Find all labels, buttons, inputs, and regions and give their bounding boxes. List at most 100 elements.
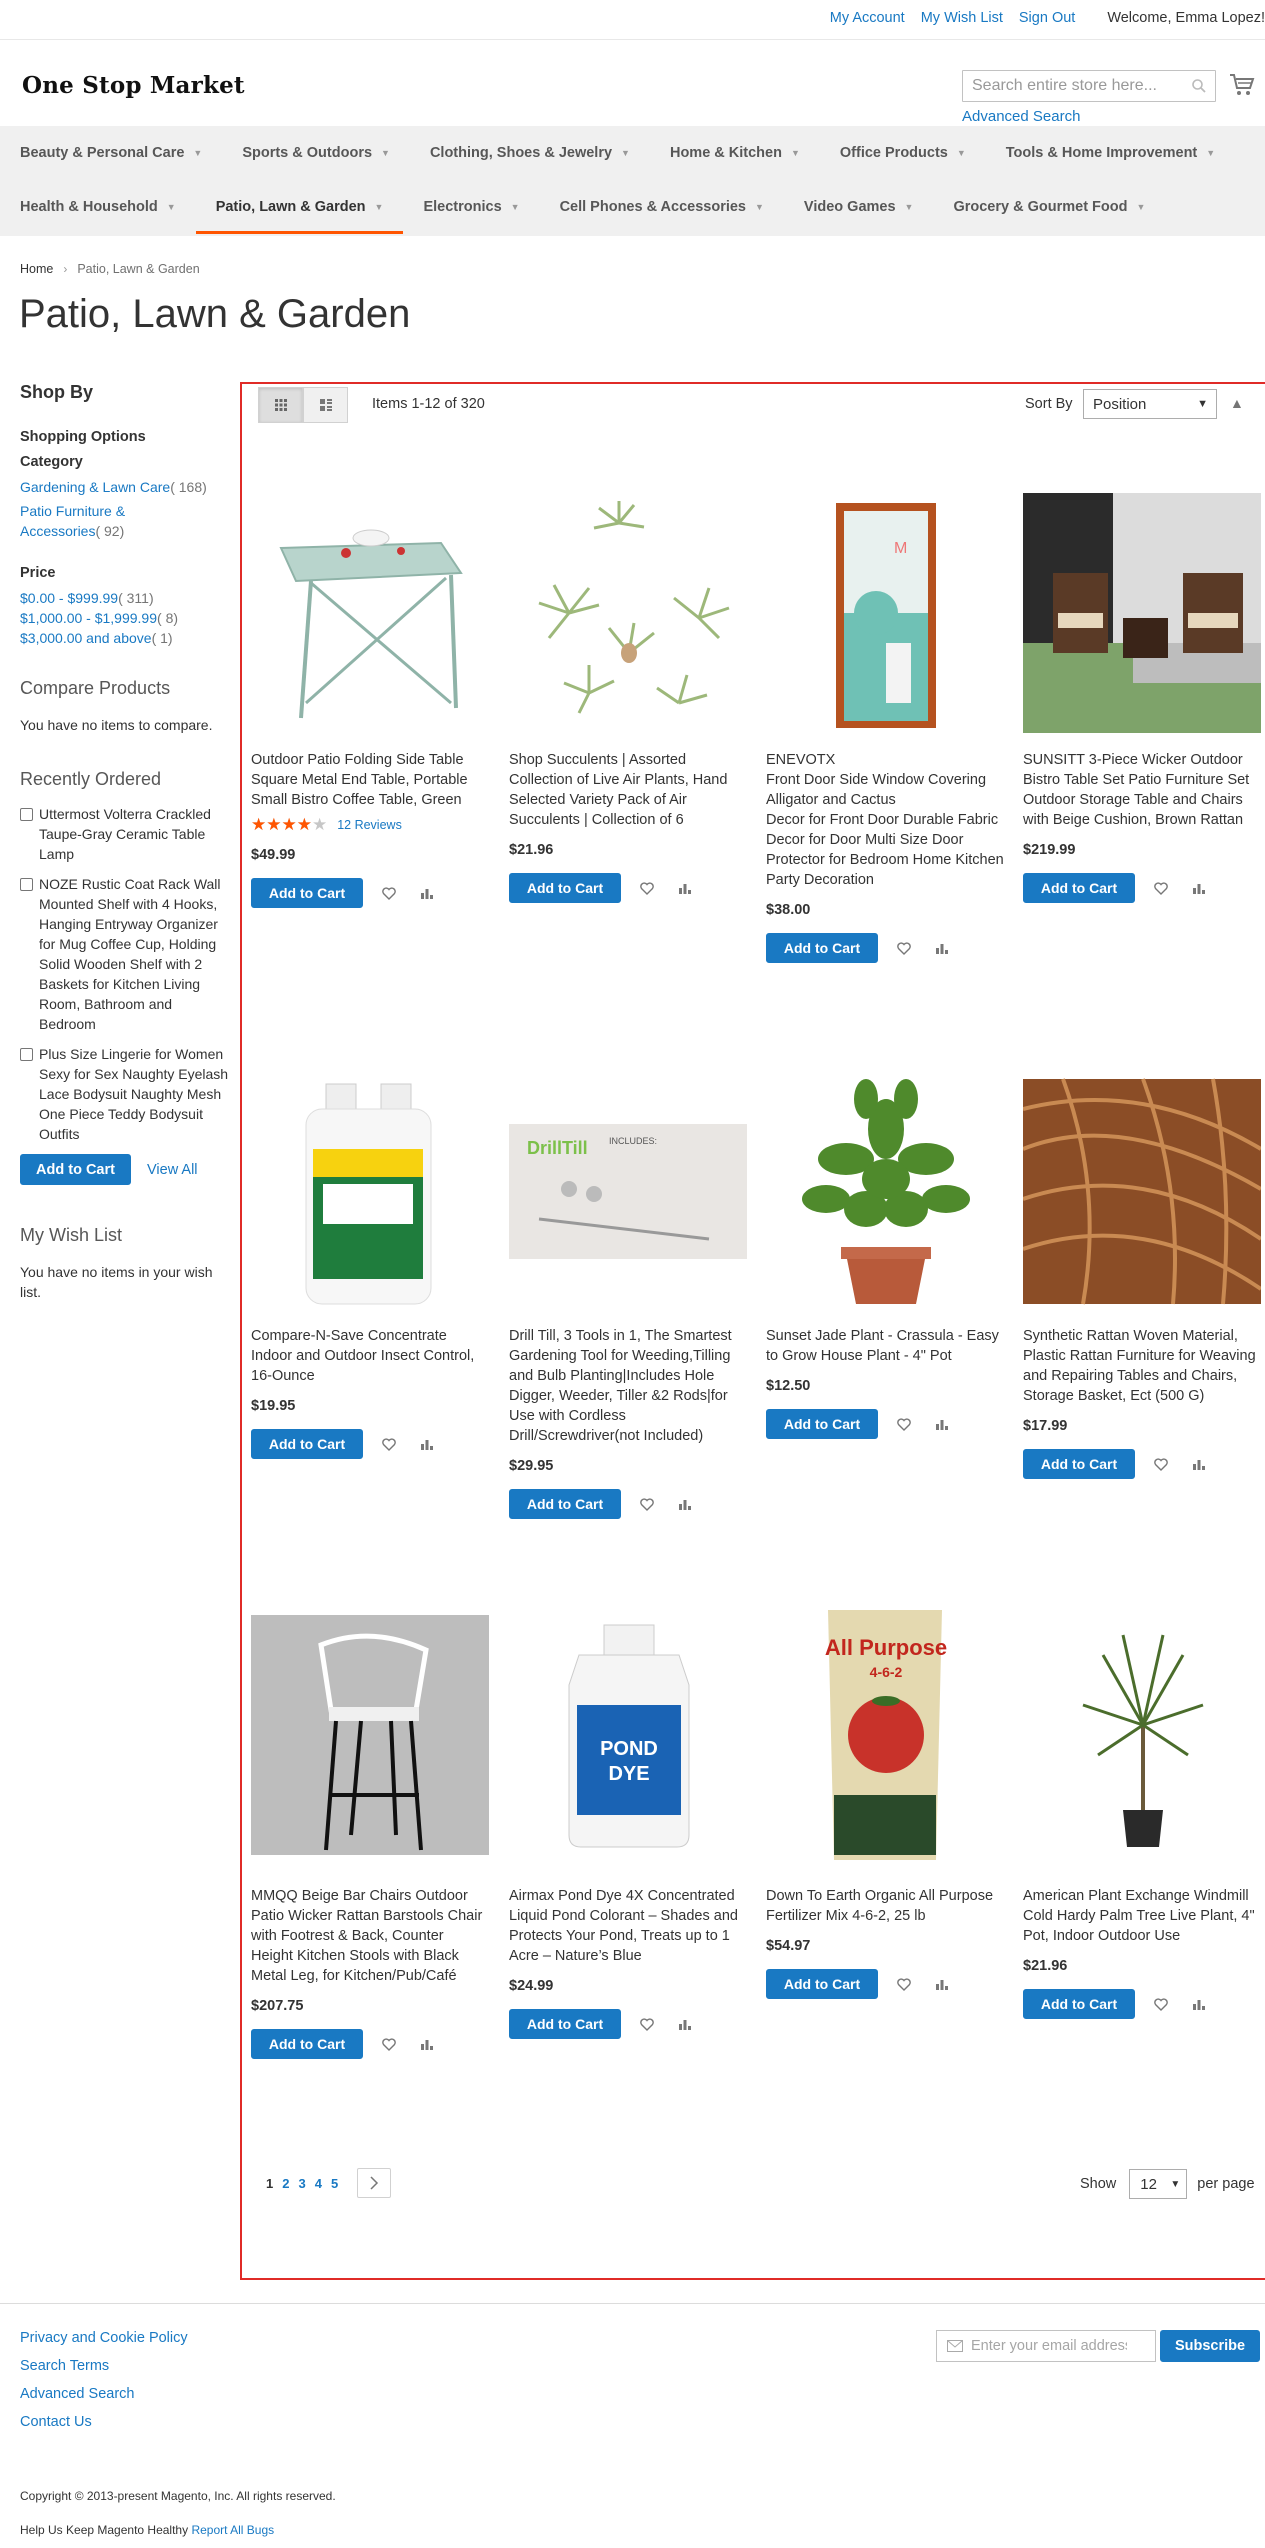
page-link[interactable]: 5 bbox=[331, 2176, 338, 2191]
page-link[interactable]: 3 bbox=[298, 2176, 305, 2191]
product-name[interactable]: MMQQ Beige Bar Chairs Outdoor Patio Wick… bbox=[251, 1886, 489, 1986]
product-name[interactable]: SUNSITT 3-Piece Wicker Outdoor Bistro Ta… bbox=[1023, 750, 1261, 830]
product-image[interactable] bbox=[251, 1594, 489, 1876]
contact-us-link[interactable]: Contact Us bbox=[20, 2414, 188, 2431]
product-image[interactable] bbox=[1023, 486, 1261, 740]
product-name[interactable]: Sunset Jade Plant - Crassula - Easy to G… bbox=[766, 1326, 1004, 1366]
product-image[interactable] bbox=[251, 486, 489, 740]
heart-icon[interactable] bbox=[1149, 1992, 1173, 2016]
sort-select[interactable]: Position ▼ bbox=[1083, 389, 1217, 419]
product-name[interactable]: Synthetic Rattan Woven Material, Plastic… bbox=[1023, 1326, 1261, 1406]
nav-item-cell-phones[interactable]: Cell Phones & Accessories ▼ bbox=[540, 180, 784, 234]
filter-label[interactable]: Gardening & Lawn Care bbox=[20, 479, 170, 495]
nav-item-clothing[interactable]: Clothing, Shoes & Jewelry ▼ bbox=[410, 126, 650, 180]
compare-icon[interactable] bbox=[1187, 1452, 1211, 1476]
add-to-cart-button[interactable]: Add to Cart bbox=[766, 1409, 878, 1439]
heart-icon[interactable] bbox=[635, 876, 659, 900]
compare-icon[interactable] bbox=[415, 2032, 439, 2056]
newsletter-email-input[interactable] bbox=[937, 2331, 1127, 2361]
nav-item-beauty[interactable]: Beauty & Personal Care ▼ bbox=[0, 126, 222, 180]
nav-item-patio[interactable]: Patio, Lawn & Garden ▼ bbox=[195, 180, 404, 234]
filter-price-0[interactable]: $0.00 - $999.99( 311) bbox=[20, 588, 230, 608]
page-link[interactable]: 4 bbox=[315, 2176, 322, 2191]
sign-out-link[interactable]: Sign Out bbox=[1019, 10, 1075, 26]
nav-item-home-kitchen[interactable]: Home & Kitchen ▼ bbox=[650, 126, 820, 180]
add-to-cart-button[interactable]: Add to Cart bbox=[1023, 873, 1135, 903]
search-icon[interactable] bbox=[1191, 78, 1207, 94]
add-to-cart-button[interactable]: Add to Cart bbox=[1023, 1989, 1135, 2019]
compare-icon[interactable] bbox=[673, 876, 697, 900]
compare-icon[interactable] bbox=[673, 2012, 697, 2036]
compare-icon[interactable] bbox=[415, 881, 439, 905]
compare-icon[interactable] bbox=[930, 936, 954, 960]
heart-icon[interactable] bbox=[892, 1412, 916, 1436]
view-all-link[interactable]: View All bbox=[147, 1162, 198, 1178]
nav-item-electronics[interactable]: Electronics ▼ bbox=[403, 180, 539, 234]
nav-item-tools[interactable]: Tools & Home Improvement ▼ bbox=[986, 126, 1235, 180]
product-image[interactable]: All Purpose 4-6-2 bbox=[766, 1594, 1004, 1876]
compare-icon[interactable] bbox=[930, 1412, 954, 1436]
reviews-link[interactable]: 12 Reviews bbox=[337, 818, 402, 832]
my-account-link[interactable]: My Account bbox=[830, 10, 905, 26]
product-name[interactable]: Compare-N-Save Concentrate Indoor and Ou… bbox=[251, 1326, 489, 1386]
list-view-button[interactable] bbox=[303, 387, 348, 423]
limit-select[interactable]: 12 ▼ bbox=[1129, 2169, 1188, 2199]
add-to-cart-button[interactable]: Add to Cart bbox=[509, 2009, 621, 2039]
filter-label[interactable]: $3,000.00 and above bbox=[20, 630, 152, 646]
filter-price-2[interactable]: $3,000.00 and above( 1) bbox=[20, 628, 230, 648]
product-image[interactable]: DrillTill INCLUDES: bbox=[509, 1062, 747, 1316]
privacy-link[interactable]: Privacy and Cookie Policy bbox=[20, 2330, 188, 2347]
next-page-button[interactable] bbox=[357, 2168, 392, 2198]
heart-icon[interactable] bbox=[892, 936, 916, 960]
sort-direction-icon[interactable]: ▲ bbox=[1230, 395, 1244, 411]
breadcrumb-home[interactable]: Home bbox=[20, 262, 53, 276]
product-image[interactable]: M bbox=[766, 486, 1004, 740]
heart-icon[interactable] bbox=[377, 2032, 401, 2056]
product-image[interactable] bbox=[1023, 1062, 1261, 1316]
nav-item-health[interactable]: Health & Household ▼ bbox=[0, 180, 196, 234]
nav-item-office[interactable]: Office Products ▼ bbox=[820, 126, 986, 180]
compare-icon[interactable] bbox=[673, 1492, 697, 1516]
product-name[interactable]: Airmax Pond Dye 4X Concentrated Liquid P… bbox=[509, 1886, 747, 1966]
filter-label[interactable]: $0.00 - $999.99 bbox=[20, 590, 118, 606]
subscribe-button[interactable]: Subscribe bbox=[1160, 2330, 1260, 2362]
recent-item-checkbox[interactable] bbox=[20, 808, 33, 821]
compare-icon[interactable] bbox=[415, 1432, 439, 1456]
add-to-cart-button[interactable]: Add to Cart bbox=[766, 1969, 878, 1999]
product-name[interactable]: Down To Earth Organic All Purpose Fertil… bbox=[766, 1886, 1004, 1926]
heart-icon[interactable] bbox=[635, 1492, 659, 1516]
heart-icon[interactable] bbox=[377, 881, 401, 905]
filter-category-gardening[interactable]: Gardening & Lawn Care( 168) bbox=[20, 477, 230, 497]
add-to-cart-button[interactable]: Add to Cart bbox=[509, 1489, 621, 1519]
add-to-cart-button[interactable]: Add to Cart bbox=[766, 933, 878, 963]
filter-price-1[interactable]: $1,000.00 - $1,999.99( 8) bbox=[20, 608, 230, 628]
product-name[interactable]: Outdoor Patio Folding Side Table Square … bbox=[251, 750, 489, 810]
product-image[interactable] bbox=[766, 1062, 1004, 1316]
nav-item-video-games[interactable]: Video Games ▼ bbox=[784, 180, 934, 234]
search-terms-link[interactable]: Search Terms bbox=[20, 2358, 188, 2375]
add-to-cart-button[interactable]: Add to Cart bbox=[251, 878, 363, 908]
product-name[interactable]: Drill Till, 3 Tools in 1, The Smartest G… bbox=[509, 1326, 747, 1446]
filter-category-patio-furniture[interactable]: Patio Furniture & Accessories( 92) bbox=[20, 501, 150, 541]
cart-icon[interactable] bbox=[1228, 72, 1256, 98]
heart-icon[interactable] bbox=[892, 1972, 916, 1996]
nav-item-grocery[interactable]: Grocery & Gourmet Food ▼ bbox=[933, 180, 1165, 234]
product-image[interactable] bbox=[1023, 1594, 1261, 1876]
recent-item-checkbox[interactable] bbox=[20, 878, 33, 891]
compare-icon[interactable] bbox=[1187, 1992, 1211, 2016]
add-to-cart-button[interactable]: Add to Cart bbox=[1023, 1449, 1135, 1479]
product-image[interactable]: POND DYE bbox=[509, 1594, 747, 1876]
my-wishlist-link[interactable]: My Wish List bbox=[921, 10, 1003, 26]
heart-icon[interactable] bbox=[377, 1432, 401, 1456]
advanced-search-link[interactable]: Advanced Search bbox=[962, 108, 1080, 125]
product-name[interactable]: ENEVOTX Front Door Side Window Covering … bbox=[766, 750, 1004, 890]
product-name[interactable]: Shop Succulents | Assorted Collection of… bbox=[509, 750, 747, 830]
footer-advanced-search-link[interactable]: Advanced Search bbox=[20, 2386, 188, 2403]
product-name[interactable]: American Plant Exchange Windmill Cold Ha… bbox=[1023, 1886, 1261, 1946]
filter-label[interactable]: $1,000.00 - $1,999.99 bbox=[20, 610, 157, 626]
nav-item-sports[interactable]: Sports & Outdoors ▼ bbox=[222, 126, 410, 180]
page-link[interactable]: 2 bbox=[282, 2176, 289, 2191]
recent-add-to-cart-button[interactable]: Add to Cart bbox=[20, 1154, 131, 1185]
add-to-cart-button[interactable]: Add to Cart bbox=[251, 2029, 363, 2059]
compare-icon[interactable] bbox=[930, 1972, 954, 1996]
